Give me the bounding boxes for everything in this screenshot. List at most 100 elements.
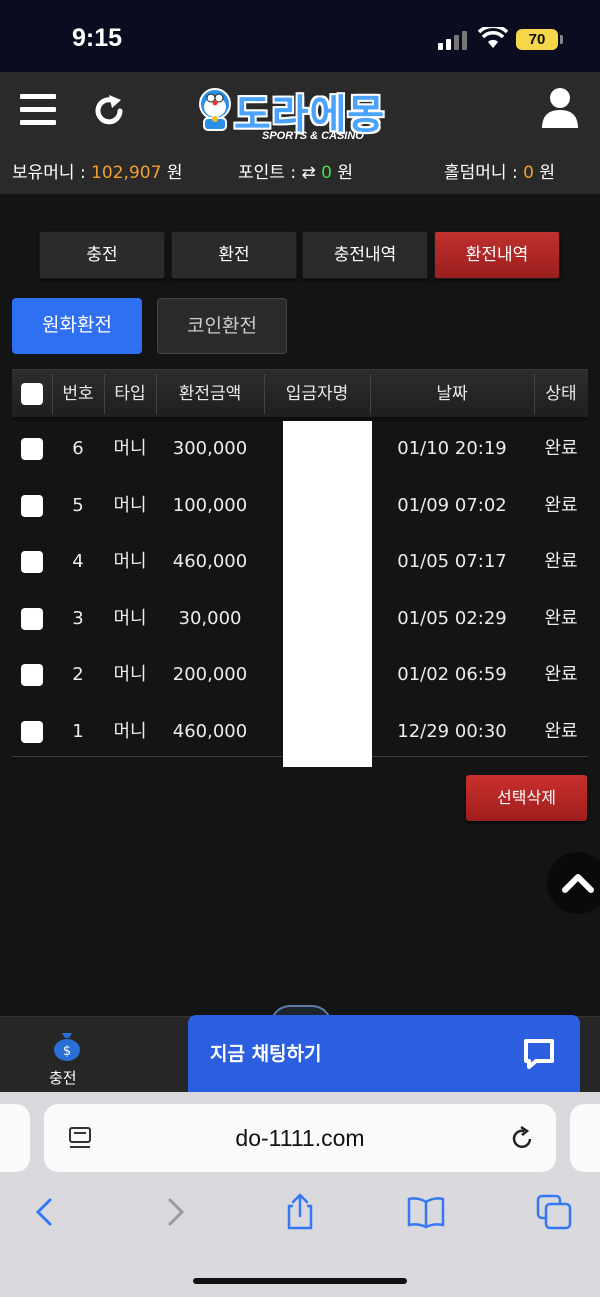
row-checkbox[interactable] <box>21 720 43 743</box>
site-header: 도라에몽 SPORTS & CASINO 보유머니 : 102,907 원 포인… <box>0 72 600 194</box>
chevron-up-icon <box>562 874 594 893</box>
cell-amount: 30,000 <box>178 607 242 629</box>
balance-info-row: 보유머니 : 102,907 원 포인트 : ⇄ 0 원 홀덤머니 : 0 원 <box>0 158 600 184</box>
tabs-icon[interactable] <box>534 1192 574 1232</box>
live-chat-button[interactable]: 지금 채팅하기 <box>188 1015 580 1093</box>
tab-charge[interactable]: 충전 <box>39 231 165 279</box>
page: 9:15 70 도라에몽 SPORTS & CASINO 보유머니: 102,… <box>0 0 600 1297</box>
row-checkbox[interactable] <box>21 438 43 460</box>
cell-type: 머니 <box>113 607 147 629</box>
chat-label: 지금 채팅하기 <box>210 1043 322 1065</box>
back-icon[interactable] <box>26 1192 66 1232</box>
cell-amount: 460,000 <box>172 720 248 742</box>
next-tab-preview[interactable] <box>570 1104 600 1172</box>
header-no: 번호 <box>62 384 94 404</box>
row-checkbox[interactable] <box>21 664 43 686</box>
cell-no: 4 <box>72 551 84 572</box>
cell-amount: 200,000 <box>172 664 248 685</box>
refresh-icon[interactable] <box>90 92 128 130</box>
select-all-checkbox[interactable] <box>21 383 43 405</box>
point-value: 0 <box>321 163 332 183</box>
delete-selected-button[interactable]: 선택삭제 <box>466 775 587 821</box>
doraemon-mascot-icon <box>199 88 231 131</box>
cell-status: 완료 <box>544 720 578 742</box>
row-checkbox[interactable] <box>21 551 43 573</box>
redacted-depositor-block <box>283 421 372 767</box>
cell-date: 12/29 00:30 <box>397 720 507 742</box>
wifi-icon <box>478 27 508 48</box>
holdem-balance: 홀덤머니 : 0 원 <box>444 158 555 183</box>
cell-status: 완료 <box>544 551 578 572</box>
cell-type: 머니 <box>113 551 147 572</box>
bookmarks-icon[interactable] <box>406 1192 446 1232</box>
battery-icon: 70 <box>516 29 558 50</box>
money-bag-icon[interactable]: $ <box>49 1027 85 1063</box>
tab-exchange-history[interactable]: 환전내역 <box>434 231 560 279</box>
url-text: do-1111.com <box>235 1125 365 1151</box>
site-logo[interactable]: 도라에몽 SPORTS & CASINO <box>196 82 406 148</box>
cell-no: 2 <box>72 664 84 685</box>
point-balance: 포인트 : ⇄ 0 원 <box>238 158 353 183</box>
battery-tip <box>560 35 563 44</box>
cell-amount: 300,000 <box>172 438 248 459</box>
money-unit: 원 <box>161 163 183 183</box>
cell-date: 01/05 07:17 <box>397 551 507 572</box>
cell-type: 머니 <box>113 720 147 742</box>
forward-icon[interactable] <box>156 1192 196 1232</box>
money-balance: 보유머니 : 102,907 원 <box>12 158 182 183</box>
cell-date: 01/09 07:02 <box>397 494 507 516</box>
cell-type: 머니 <box>113 494 147 516</box>
tab-charge-history[interactable]: 충전내역 <box>302 231 428 279</box>
address-bar[interactable]: do-1111.com <box>44 1104 556 1172</box>
chat-bubble-icon <box>524 1039 554 1069</box>
cell-no: 6 <box>72 438 84 459</box>
cell-date: 01/05 02:29 <box>397 607 507 629</box>
reload-icon[interactable] <box>508 1124 536 1152</box>
header-amount: 환전금액 <box>178 384 242 404</box>
point-label: 포인트 : <box>238 163 302 183</box>
header-date: 날짜 <box>436 384 468 404</box>
row-checkbox[interactable] <box>21 494 43 517</box>
logo-subtitle: SPORTS & CASINO <box>262 130 364 142</box>
tab-coin-exchange[interactable]: 코인환전 <box>157 298 287 354</box>
cell-status: 완료 <box>544 607 578 629</box>
home-indicator <box>193 1278 407 1284</box>
point-convert-icon[interactable]: ⇄ <box>301 163 321 183</box>
cell-amount: 100,000 <box>172 494 248 516</box>
holdem-unit: 원 <box>533 163 555 183</box>
signal-icon <box>438 30 468 50</box>
cell-no: 3 <box>72 607 84 629</box>
browser-toolbar: do-1111.com <box>0 1092 600 1297</box>
cell-type: 머니 <box>113 664 147 685</box>
menu-icon[interactable] <box>20 94 56 126</box>
previous-tab-preview[interactable] <box>0 1104 30 1172</box>
tab-exchange[interactable]: 환전 <box>171 231 297 279</box>
money-label: 보유머니 : <box>12 163 92 183</box>
cell-no: 5 <box>72 494 84 516</box>
header-depositor: 입금자명 <box>285 384 349 404</box>
cell-type: 머니 <box>113 438 147 459</box>
row-checkbox[interactable] <box>21 607 43 630</box>
header-type: 타입 <box>114 384 146 404</box>
status-time: 9:15 <box>72 24 123 52</box>
holdem-value: 0 <box>523 163 534 183</box>
money-value: 102,907 <box>91 163 162 183</box>
cell-status: 완료 <box>544 494 578 516</box>
holdem-label: 홀덤머니 : <box>444 163 524 183</box>
cell-status: 완료 <box>544 664 578 685</box>
cell-date: 01/10 20:19 <box>397 438 507 459</box>
cell-no: 1 <box>72 720 84 742</box>
table-header: 번호 타입 환전금액 입금자명 날짜 상태 <box>12 369 588 417</box>
tab-won-exchange[interactable]: 원화환전 <box>12 298 142 354</box>
cell-date: 01/02 06:59 <box>397 664 507 685</box>
user-icon[interactable] <box>540 86 580 130</box>
svg-text:$: $ <box>63 1044 71 1059</box>
share-icon[interactable] <box>280 1192 320 1232</box>
status-bar: 9:15 70 <box>0 0 600 72</box>
point-unit: 원 <box>331 163 353 183</box>
cell-amount: 460,000 <box>172 551 248 572</box>
cell-status: 완료 <box>544 438 578 459</box>
header-status: 상태 <box>545 384 577 404</box>
scroll-to-top-button[interactable] <box>547 852 600 914</box>
bottom-nav-charge-label[interactable]: 충전 <box>49 1067 77 1088</box>
